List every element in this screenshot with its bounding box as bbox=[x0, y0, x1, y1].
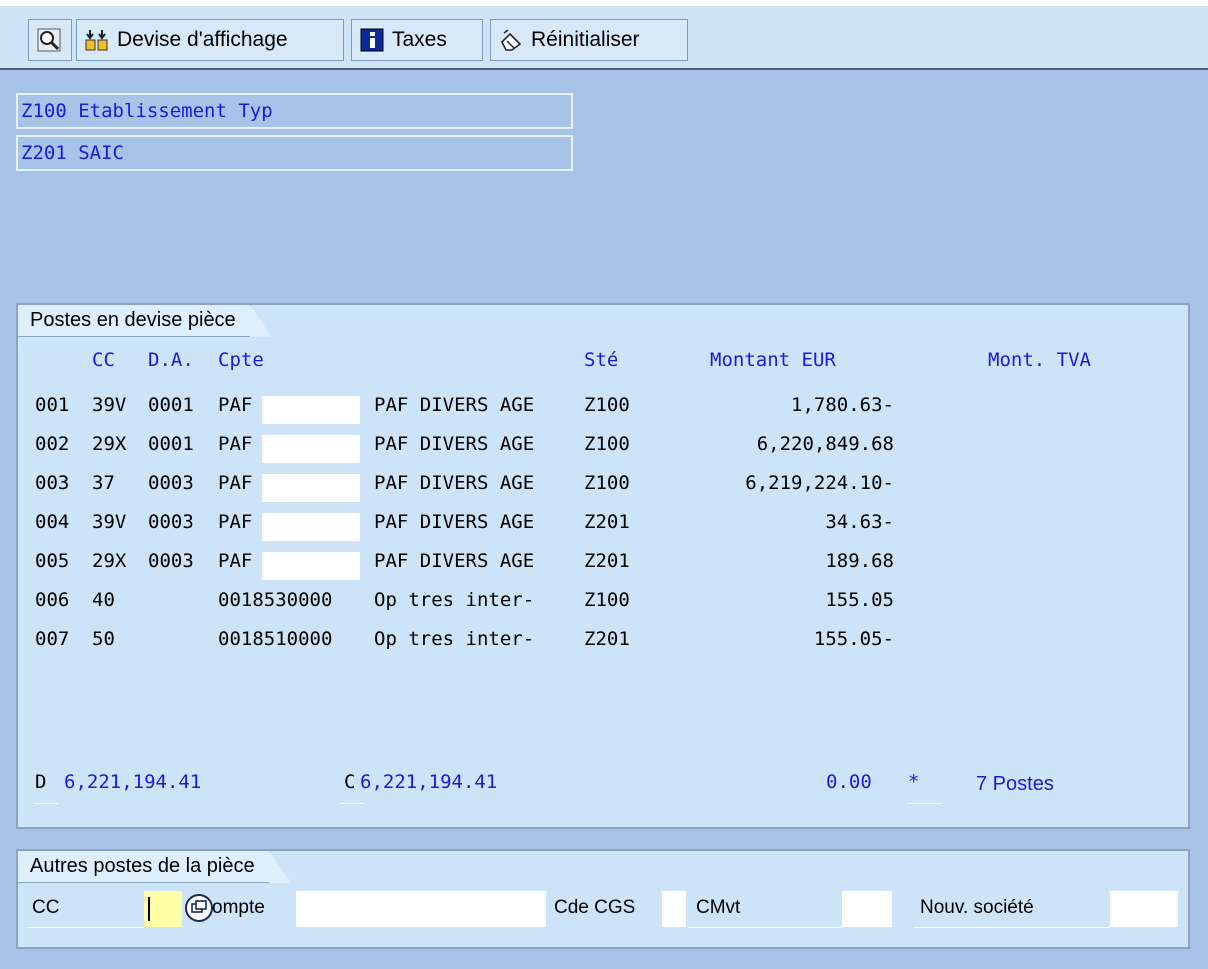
item-count: 7 Postes bbox=[976, 773, 1054, 795]
row-description: PAF DIVERS AGE bbox=[374, 433, 535, 455]
cde-cgs-input[interactable] bbox=[662, 891, 686, 927]
row-posting-key: 29X bbox=[92, 550, 127, 572]
row-account: PAF bbox=[218, 550, 253, 572]
col-da: D.A. bbox=[148, 349, 194, 371]
credit-field-underline bbox=[340, 803, 364, 804]
cmvt-label-underline bbox=[688, 927, 842, 928]
debit-total: 6,221,194.41 bbox=[64, 771, 202, 793]
row-description: Op tres inter- bbox=[374, 589, 535, 611]
redacted-account-mask bbox=[262, 474, 360, 502]
items-panel: Postes en devise pièce CC D.A. Cpte Sté … bbox=[16, 303, 1190, 829]
row-posting-key: 40 bbox=[92, 589, 115, 611]
row-description: PAF DIVERS AGE bbox=[374, 550, 535, 572]
col-tva: Mont. TVA bbox=[988, 349, 1091, 371]
totals-row: D 6,221,194.41 C 6,221,194.41 0.00 * 7 P… bbox=[18, 771, 1054, 807]
value-help-icon[interactable] bbox=[184, 893, 214, 923]
display-currency-label: Devise d'affichage bbox=[117, 28, 288, 51]
row-account: PAF bbox=[218, 394, 253, 416]
reset-label: Réinitialiser bbox=[531, 28, 640, 51]
nouv-societe-label-underline bbox=[914, 927, 1110, 928]
row-number: 002 bbox=[35, 433, 70, 455]
row-posting-key: 50 bbox=[92, 628, 115, 650]
row-da: 0001 bbox=[148, 433, 194, 455]
cc-label: CC bbox=[32, 897, 60, 918]
items-panel-title: Postes en devise pièce bbox=[18, 305, 272, 337]
cde-cgs-label: Cde CGS bbox=[554, 897, 636, 918]
balance-field-underline bbox=[908, 803, 942, 804]
row-amount: 34.63- bbox=[825, 511, 894, 533]
cc-label-underline bbox=[28, 927, 144, 928]
row-posting-key: 39V bbox=[92, 511, 127, 533]
row-account: PAF bbox=[218, 511, 253, 533]
row-account: 0018530000 bbox=[218, 589, 333, 611]
row-da: 0003 bbox=[148, 550, 194, 572]
row-da: 0001 bbox=[148, 394, 194, 416]
compte-label: ompte bbox=[212, 897, 265, 918]
items-header-row: CC D.A. Cpte Sté Montant EUR Mont. TVA bbox=[18, 349, 1091, 385]
compte-input[interactable] bbox=[296, 891, 546, 927]
balance-value: 0.00 bbox=[826, 771, 872, 793]
row-posting-key: 39V bbox=[92, 394, 127, 416]
row-amount: 155.05 bbox=[825, 589, 894, 611]
magnifier-icon bbox=[37, 28, 61, 52]
row-number: 007 bbox=[35, 628, 70, 650]
display-currency-button[interactable]: Devise d'affichage bbox=[76, 19, 344, 61]
row-description: Op tres inter- bbox=[374, 628, 535, 650]
row-description: PAF DIVERS AGE bbox=[374, 472, 535, 494]
balance-indicator: * bbox=[908, 771, 920, 793]
row-number: 003 bbox=[35, 472, 70, 494]
row-account: PAF bbox=[218, 472, 253, 494]
nouv-societe-input[interactable] bbox=[1110, 891, 1178, 927]
row-amount: 189.68 bbox=[825, 550, 894, 572]
row-amount: 1,780.63- bbox=[791, 394, 894, 416]
debit-label: D bbox=[35, 771, 47, 793]
row-number: 006 bbox=[35, 589, 70, 611]
row-amount: 6,219,224.10- bbox=[745, 472, 894, 494]
redacted-account-mask bbox=[262, 552, 360, 580]
other-items-panel: Autres postes de la pièce CC ompte Cde C… bbox=[16, 849, 1190, 949]
col-cc: CC bbox=[92, 349, 115, 371]
cc-input[interactable] bbox=[144, 891, 182, 927]
credit-total: 6,221,194.41 bbox=[360, 771, 498, 793]
row-account: PAF bbox=[218, 433, 253, 455]
reset-button[interactable]: Réinitialiser bbox=[490, 19, 688, 61]
col-ste: Sté bbox=[584, 349, 619, 371]
text-cursor bbox=[148, 897, 150, 921]
row-description: PAF DIVERS AGE bbox=[374, 511, 535, 533]
row-amount: 155.05- bbox=[813, 628, 894, 650]
row-account: 0018510000 bbox=[218, 628, 333, 650]
col-cpte: Cpte bbox=[218, 349, 264, 371]
credit-label: C bbox=[344, 771, 356, 793]
info-icon bbox=[360, 28, 384, 52]
currency-icon bbox=[85, 28, 109, 52]
row-number: 001 bbox=[35, 394, 70, 416]
row-da: 0003 bbox=[148, 511, 194, 533]
cmvt-label: CMvt bbox=[696, 897, 741, 918]
header-company-line-2: Z201 SAIC bbox=[16, 135, 573, 171]
row-da: 0003 bbox=[148, 472, 194, 494]
col-montant: Montant EUR bbox=[710, 349, 836, 371]
row-amount: 6,220,849.68 bbox=[756, 433, 894, 455]
debit-field-underline bbox=[34, 803, 58, 804]
redacted-account-mask bbox=[262, 396, 360, 424]
magnifier-button[interactable] bbox=[28, 19, 72, 61]
row-posting-key: 29X bbox=[92, 433, 127, 455]
cmvt-input[interactable] bbox=[842, 891, 892, 927]
redacted-account-mask bbox=[262, 435, 360, 463]
row-description: PAF DIVERS AGE bbox=[374, 394, 535, 416]
taxes-button[interactable]: Taxes bbox=[351, 19, 483, 61]
nouv-societe-label: Nouv. société bbox=[920, 897, 1034, 918]
header-company-line-1: Z100 Etablissement Typ bbox=[16, 93, 573, 129]
row-number: 004 bbox=[35, 511, 70, 533]
row-number: 005 bbox=[35, 550, 70, 572]
application-toolbar: Devise d'affichage Taxes Réinitialiser bbox=[0, 0, 1208, 70]
redacted-account-mask bbox=[262, 513, 360, 541]
reset-icon bbox=[499, 28, 523, 52]
row-posting-key: 37 bbox=[92, 472, 115, 494]
taxes-label: Taxes bbox=[392, 28, 447, 51]
other-items-panel-title: Autres postes de la pièce bbox=[18, 851, 291, 883]
